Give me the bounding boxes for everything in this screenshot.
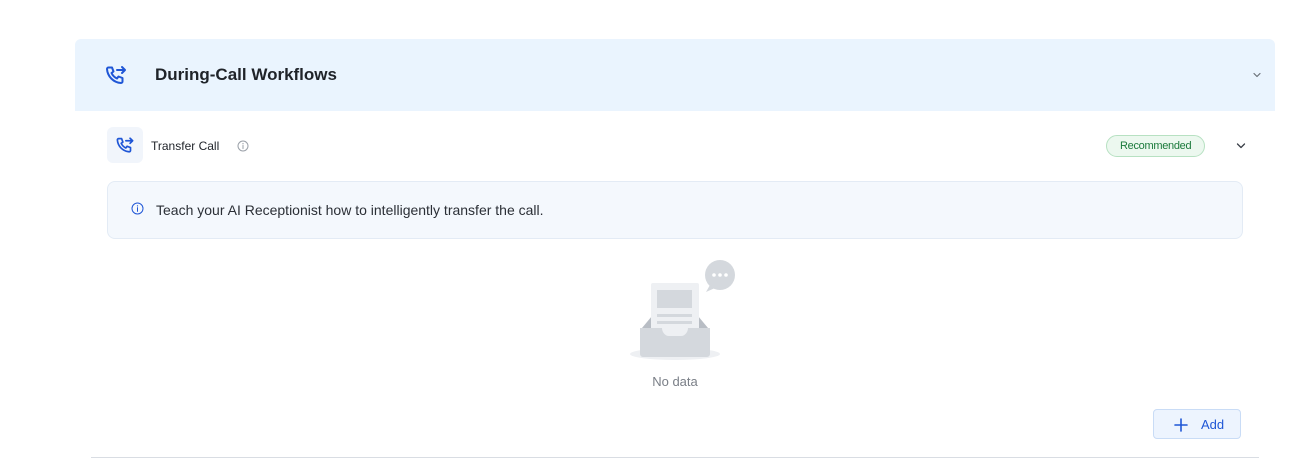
info-banner: Teach your AI Receptionist how to intell… — [107, 181, 1243, 239]
info-circle-icon — [131, 202, 144, 215]
transfer-call-icon-box — [107, 127, 143, 163]
plus-icon — [1174, 418, 1188, 432]
info-circle-icon[interactable] — [237, 140, 249, 152]
divider — [91, 457, 1259, 458]
phone-transfer-icon — [106, 66, 126, 84]
info-banner-text: Teach your AI Receptionist how to intell… — [156, 202, 544, 218]
phone-transfer-icon — [116, 137, 134, 153]
section-title: During-Call Workflows — [155, 65, 337, 84]
transfer-call-title: Transfer Call — [151, 139, 220, 153]
add-button[interactable]: Add — [1153, 409, 1241, 439]
section-header-during-call-workflows[interactable]: During-Call Workflows — [75, 39, 1275, 111]
empty-state-text: No data — [652, 374, 698, 389]
empty-inbox-illustration — [630, 260, 735, 360]
add-button-label: Add — [1201, 417, 1225, 432]
recommended-badge: Recommended — [1106, 135, 1206, 157]
chevron-down-icon[interactable] — [1251, 69, 1263, 81]
chevron-down-icon[interactable] — [1235, 140, 1247, 152]
